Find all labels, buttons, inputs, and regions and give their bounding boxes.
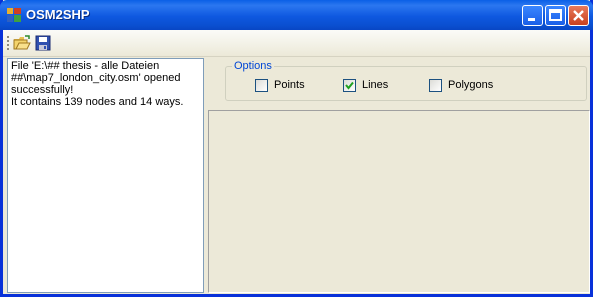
minimize-button[interactable] <box>522 5 543 26</box>
checkmark-icon <box>345 81 354 90</box>
window-title: OSM2SHP <box>26 7 90 22</box>
points-checkbox[interactable] <box>255 79 268 92</box>
maximize-button[interactable] <box>545 5 566 26</box>
open-folder-icon[interactable] <box>13 34 31 52</box>
points-label: Points <box>274 79 305 91</box>
app-icon <box>7 8 21 22</box>
save-icon[interactable] <box>34 34 52 52</box>
log-panel[interactable]: File 'E:\## thesis - alle Dateien ##\map… <box>7 58 204 293</box>
options-group: Options Points Lines Polygons <box>225 60 587 101</box>
log-text: File 'E:\## thesis - alle Dateien ##\map… <box>11 60 184 108</box>
map-panel[interactable] <box>208 110 590 293</box>
app-window: OSM2SHP File 'E:\## thesis - alle Dateie… <box>0 0 593 297</box>
close-icon <box>573 10 584 21</box>
title-bar[interactable]: OSM2SHP <box>0 0 593 30</box>
options-legend: Options <box>232 60 274 72</box>
polygons-label: Polygons <box>448 79 494 91</box>
maximize-icon <box>549 9 562 21</box>
toolbar <box>3 30 590 57</box>
minimize-icon <box>528 18 535 21</box>
lines-label: Lines <box>362 79 389 91</box>
close-button[interactable] <box>568 5 589 26</box>
polygons-checkbox[interactable] <box>429 79 442 92</box>
toolbar-grip[interactable] <box>7 36 11 50</box>
lines-checkbox[interactable] <box>343 79 356 92</box>
